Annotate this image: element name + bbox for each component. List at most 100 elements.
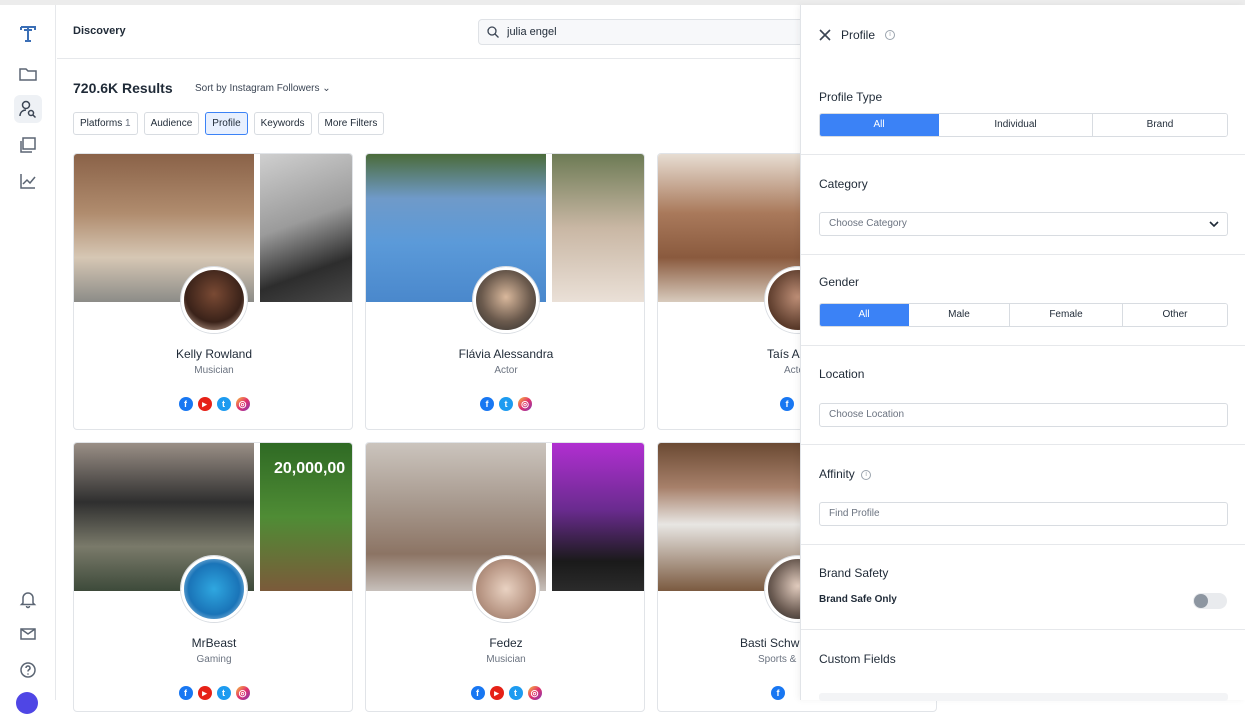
- affinity-section: Affinity i Find Profile: [801, 445, 1245, 545]
- twitter-icon[interactable]: t: [499, 397, 513, 411]
- profile-filter-panel: Profile i Profile Type All Individual Br…: [800, 5, 1245, 701]
- sort-label: Sort by Instagram Followers: [195, 83, 320, 94]
- profile-card[interactable]: Flávia Alessandra Actor f t ◎: [365, 153, 645, 430]
- bell-icon[interactable]: [14, 585, 42, 613]
- filter-platforms-button[interactable]: Platforms 1: [73, 112, 138, 135]
- card-socials: f t ◎: [366, 397, 644, 411]
- gender-other[interactable]: Other: [1123, 304, 1227, 326]
- card-socials: f ▸ t ◎: [74, 686, 352, 700]
- facebook-icon[interactable]: f: [780, 397, 794, 411]
- category-section: Category Choose Category: [801, 155, 1245, 255]
- profile-type-brand[interactable]: Brand: [1093, 114, 1227, 136]
- twitter-icon[interactable]: t: [508, 686, 523, 700]
- facebook-icon[interactable]: f: [771, 686, 785, 700]
- facebook-icon[interactable]: f: [178, 397, 193, 411]
- filter-bar: Platforms 1 Audience Profile Keywords Mo…: [73, 112, 385, 135]
- card-image-secondary: [552, 154, 644, 302]
- location-label: Location: [819, 367, 865, 381]
- card-role: Actor: [494, 365, 518, 376]
- results-count: 720.6K Results: [73, 80, 173, 96]
- user-avatar[interactable]: [16, 692, 38, 714]
- logo-icon[interactable]: [14, 20, 42, 48]
- affinity-input[interactable]: Find Profile: [819, 502, 1228, 526]
- card-image-secondary: [260, 154, 352, 302]
- card-role: Musician: [194, 365, 234, 376]
- sort-dropdown[interactable]: Sort by Instagram Followers ⌄: [195, 83, 331, 94]
- info-icon[interactable]: i: [885, 30, 895, 40]
- youtube-icon[interactable]: ▸: [197, 686, 212, 700]
- brand-safe-toggle[interactable]: [1193, 593, 1227, 609]
- card-role: Gaming: [196, 654, 232, 665]
- youtube-icon[interactable]: ▸: [489, 686, 504, 700]
- page-title: Discovery: [73, 25, 126, 37]
- affinity-label-text: Affinity: [819, 467, 855, 481]
- brand-safety-label: Brand Safety: [819, 566, 889, 580]
- facebook-icon[interactable]: f: [178, 686, 193, 700]
- youtube-icon[interactable]: ▸: [197, 397, 212, 411]
- avatar: [473, 556, 539, 622]
- filter-keywords-button[interactable]: Keywords: [253, 112, 312, 135]
- folder-icon[interactable]: [14, 60, 42, 88]
- chevron-down-icon: [1209, 221, 1219, 228]
- instagram-icon[interactable]: ◎: [527, 686, 542, 700]
- instagram-icon[interactable]: ◎: [235, 686, 250, 700]
- gender-selector: All Male Female Other: [819, 303, 1228, 327]
- facebook-icon[interactable]: f: [470, 686, 485, 700]
- avatar: [181, 556, 247, 622]
- profile-card[interactable]: Kelly Rowland Musician f ▸ t ◎: [73, 153, 353, 430]
- banner-text: 20,000,00: [274, 460, 346, 477]
- search-icon: [487, 26, 499, 38]
- twitter-icon[interactable]: t: [216, 397, 231, 411]
- copy-icon[interactable]: [14, 131, 42, 159]
- mail-icon[interactable]: [14, 620, 42, 648]
- profile-type-section: Profile Type All Individual Brand: [801, 63, 1245, 155]
- instagram-icon[interactable]: ◎: [518, 397, 532, 411]
- affinity-label: Affinity i: [819, 467, 872, 481]
- profile-card[interactable]: Fedez Musician f ▸ t ◎: [365, 442, 645, 712]
- search-box[interactable]: [478, 19, 808, 45]
- gender-all[interactable]: All: [820, 304, 909, 326]
- category-label: Category: [819, 177, 868, 191]
- chevron-down-icon: ⌄: [322, 83, 331, 94]
- card-socials: f ▸ t ◎: [74, 397, 352, 411]
- twitter-icon[interactable]: t: [216, 686, 231, 700]
- filter-audience-button[interactable]: Audience: [143, 112, 200, 135]
- filter-profile-button[interactable]: Profile: [205, 112, 248, 135]
- profile-card[interactable]: 20,000,00 MrBeast Gaming f ▸ t ◎: [73, 442, 353, 712]
- left-nav-rail: [0, 5, 56, 714]
- user-search-icon[interactable]: [14, 95, 42, 123]
- category-placeholder: Choose Category: [829, 218, 907, 229]
- facebook-icon[interactable]: f: [480, 397, 494, 411]
- card-role: Musician: [486, 654, 526, 665]
- custom-fields-section: Custom Fields: [801, 630, 1245, 701]
- profile-type-selector: All Individual Brand: [819, 113, 1228, 137]
- card-name: Flávia Alessandra: [458, 347, 554, 361]
- profile-type-individual[interactable]: Individual: [939, 114, 1093, 136]
- brand-safe-only-label: Brand Safe Only: [819, 594, 897, 605]
- card-image-secondary: 20,000,00: [260, 443, 352, 591]
- gender-female[interactable]: Female: [1010, 304, 1123, 326]
- help-icon[interactable]: [14, 656, 42, 684]
- card-name: MrBeast: [191, 636, 237, 650]
- filter-count: 1: [125, 118, 131, 129]
- search-input[interactable]: [507, 23, 797, 41]
- filter-more-button[interactable]: More Filters: [317, 112, 385, 135]
- gender-male[interactable]: Male: [909, 304, 1010, 326]
- card-image-secondary: [552, 443, 644, 591]
- avatar: [473, 267, 539, 333]
- card-name: Fedez: [489, 636, 523, 650]
- brand-safety-section: Brand Safety Brand Safe Only: [801, 545, 1245, 630]
- card-socials: f ▸ t ◎: [366, 686, 644, 700]
- close-icon[interactable]: [818, 28, 832, 42]
- top-header: Discovery: [57, 5, 808, 59]
- card-name: Kelly Rowland: [175, 347, 253, 361]
- instagram-icon[interactable]: ◎: [235, 397, 250, 411]
- location-section: Location Choose Location: [801, 346, 1245, 445]
- category-select[interactable]: Choose Category: [819, 212, 1228, 236]
- location-input[interactable]: Choose Location: [819, 403, 1228, 427]
- profile-type-all[interactable]: All: [820, 114, 939, 136]
- analytics-icon[interactable]: [14, 167, 42, 195]
- filter-label: Platforms: [80, 118, 123, 129]
- info-icon[interactable]: i: [861, 469, 872, 480]
- gender-section: Gender All Male Female Other: [801, 255, 1245, 346]
